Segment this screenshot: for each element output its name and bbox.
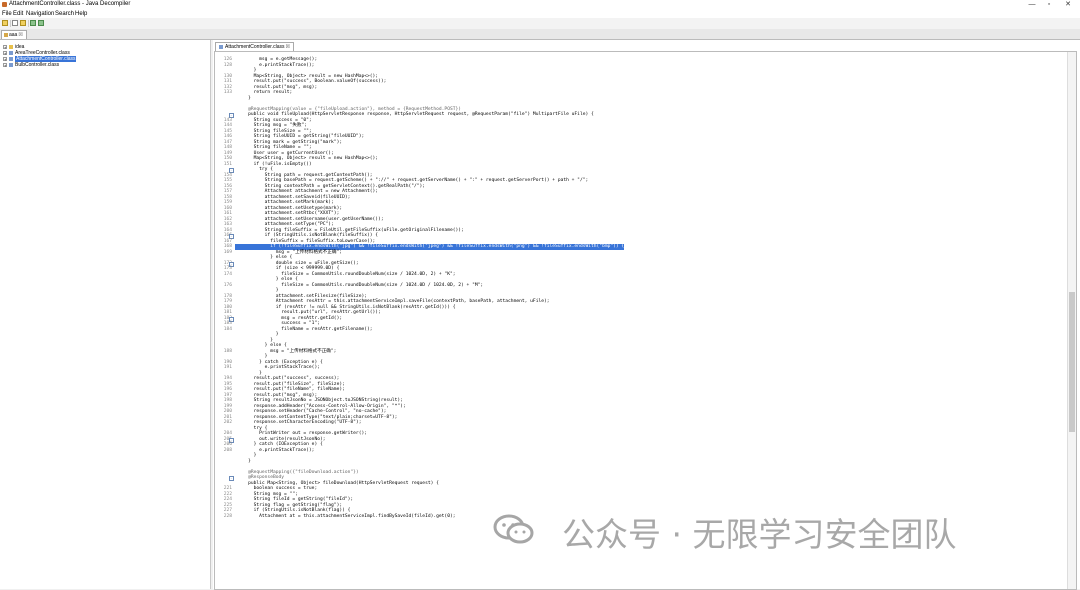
expand-icon[interactable]: +: [3, 50, 7, 55]
wechat-logo-icon: [493, 514, 534, 544]
search-icon[interactable]: [20, 20, 26, 26]
menu-bar: File Edit Navigation Search Help: [0, 10, 1080, 18]
menu-help[interactable]: Help: [75, 10, 87, 18]
line-number: 184: [223, 326, 232, 332]
menu-search[interactable]: Search: [55, 10, 74, 18]
code-line[interactable]: }: [237, 459, 251, 465]
maximize-button[interactable]: ▫: [1039, 0, 1059, 9]
class-file-icon: [9, 62, 13, 67]
scrollbar-thumb[interactable]: [1069, 292, 1075, 432]
class-file-icon: [9, 50, 13, 55]
close-button[interactable]: ✕: [1058, 0, 1078, 9]
back-arrow-icon[interactable]: [30, 20, 36, 26]
watermark-text: 公众号 · 无限学习安全团队: [562, 515, 957, 554]
toolbar-separator: [28, 20, 29, 27]
class-file-icon: [219, 44, 223, 49]
folder-icon: [9, 44, 13, 49]
tree-item[interactable]: + BulbController.class: [3, 62, 59, 68]
package-tree-panel: + idea + AreaTreeController.class + Attachm…: [0, 40, 211, 589]
tab-aaa[interactable]: aaa☒: [1, 30, 27, 39]
tab-attachment-controller[interactable]: AttachmentController.class☒: [215, 42, 294, 51]
title-bar: AttachmentController.class - Java Decomp…: [0, 0, 1080, 10]
fold-toggle-icon[interactable]: −: [229, 476, 234, 481]
line-number: 176: [223, 282, 232, 288]
window-title: AttachmentController.class - Java Decomp…: [9, 1, 131, 7]
expand-icon[interactable]: +: [3, 62, 7, 67]
vertical-scrollbar[interactable]: [1067, 52, 1076, 589]
line-number: 228: [223, 513, 232, 519]
menu-file[interactable]: File: [2, 10, 12, 18]
archive-icon: [4, 32, 8, 37]
line-number: 188: [223, 348, 232, 354]
line-number: 151: [223, 161, 232, 167]
line-number: 133: [223, 90, 232, 95]
close-tab-icon[interactable]: ☒: [18, 32, 22, 38]
class-file-icon: [9, 56, 13, 61]
code-line[interactable]: Attachment at = this.attachmentServiceIm…: [237, 514, 455, 520]
app-icon: [2, 2, 7, 7]
tree-item-label: BulbController.class: [15, 62, 60, 68]
expand-icon[interactable]: +: [3, 56, 7, 61]
open-file-icon[interactable]: [2, 20, 8, 26]
line-number: 128: [223, 62, 232, 68]
expand-icon[interactable]: +: [3, 44, 7, 49]
open-type-icon[interactable]: [12, 20, 18, 26]
close-tab-icon[interactable]: ☒: [285, 44, 289, 50]
tab-label: AttachmentController.class: [225, 44, 285, 50]
editor-panel: AttachmentController.class☒ 126 128 130 131…: [213, 40, 1080, 590]
line-number: 174: [223, 271, 232, 277]
code-line[interactable]: }: [237, 96, 251, 102]
line-number: 202: [223, 420, 232, 425]
file-tab-strip: aaa☒: [0, 29, 1080, 40]
menu-navigation[interactable]: Navigation: [26, 10, 54, 18]
line-number: 191: [223, 365, 232, 370]
toolbar-separator: [10, 20, 11, 27]
tab-label: aaa: [9, 32, 18, 38]
line-number: 208: [223, 447, 232, 453]
line-number: 169: [223, 249, 232, 255]
menu-edit[interactable]: Edit: [13, 10, 23, 18]
forward-arrow-icon[interactable]: [38, 20, 44, 26]
